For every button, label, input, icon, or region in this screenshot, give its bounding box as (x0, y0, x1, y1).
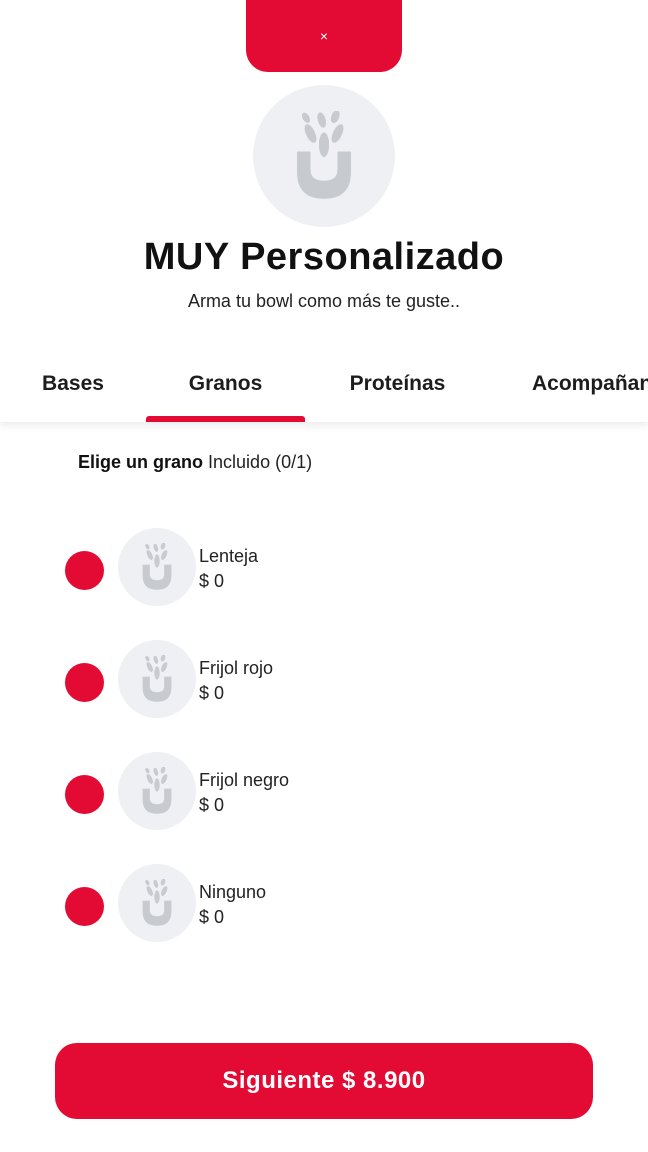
option-price: $ 0 (199, 907, 225, 927)
option-price: $ 0 (199, 795, 225, 815)
radio-button[interactable] (65, 775, 104, 814)
radio-button[interactable] (65, 663, 104, 702)
bowl-sprout-icon (142, 879, 172, 926)
option-frijol-rojo[interactable]: Frijol rojo $ 0 (64, 640, 584, 720)
close-button[interactable]: × (246, 0, 402, 72)
option-image (118, 752, 196, 830)
bowl-sprout-icon (297, 111, 351, 199)
radio-button[interactable] (65, 887, 104, 926)
option-name: Frijol rojo (199, 658, 274, 678)
section-note: Incluido (0/1) (208, 452, 313, 472)
option-image (118, 528, 196, 606)
tab-acompanantes[interactable]: Acompañantes (532, 345, 648, 422)
tab-proteinas[interactable]: Proteínas (305, 345, 490, 422)
option-name: Ninguno (199, 882, 267, 902)
option-lenteja[interactable]: Lenteja $ 0 (64, 528, 584, 608)
category-tabs: Bases Granos Proteínas Acompañantes (0, 345, 648, 423)
page-subtitle: Arma tu bowl como más te guste.. (187, 291, 461, 311)
bowl-sprout-icon (142, 543, 172, 590)
bowl-sprout-icon (142, 655, 172, 702)
option-ninguno[interactable]: Ninguno $ 0 (64, 864, 584, 944)
option-name: Lenteja (199, 546, 259, 566)
tab-bases[interactable]: Bases (0, 345, 146, 422)
option-image (118, 864, 196, 942)
section-title: Elige un grano (78, 452, 204, 472)
option-image (118, 640, 196, 718)
option-name: Frijol negro (199, 770, 290, 790)
tab-granos[interactable]: Granos (146, 345, 305, 422)
product-image (253, 85, 395, 227)
option-price: $ 0 (199, 571, 225, 591)
bowl-sprout-icon (142, 767, 172, 814)
close-icon: × (319, 28, 329, 44)
page-title: MUY Personalizado (143, 236, 505, 278)
next-button[interactable]: Siguiente $ 8.900 (55, 1043, 593, 1119)
option-frijol-negro[interactable]: Frijol negro $ 0 (64, 752, 584, 832)
option-price: $ 0 (199, 683, 225, 703)
radio-button[interactable] (65, 551, 104, 590)
section-heading: Elige un grano Incluido (0/1) (78, 452, 312, 473)
